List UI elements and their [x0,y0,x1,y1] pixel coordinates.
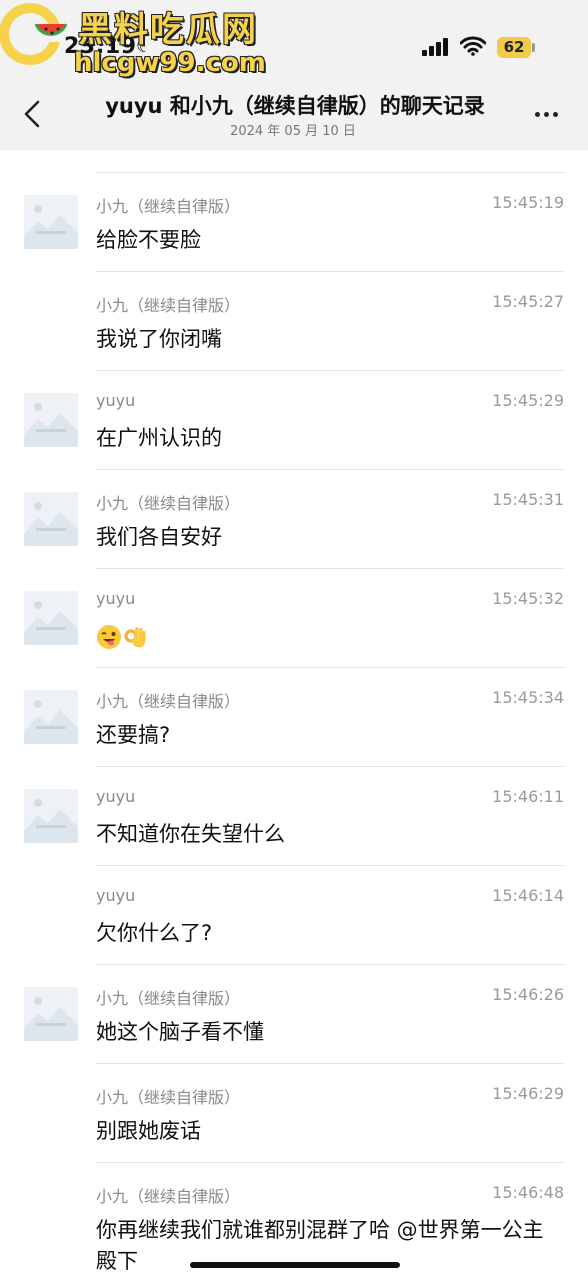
page-subtitle: 2024 年 05 月 10 日 [230,124,356,139]
wifi-icon [460,36,486,56]
avatar[interactable] [24,393,78,447]
watermark-url: hlcgw99.com [74,48,266,78]
message-row[interactable]: 小九（继续自律版） 15:45:19 给脸不要脸 [0,173,588,272]
message-time: 15:45:29 [492,391,564,410]
message-sender: 小九（继续自律版） [96,296,241,315]
message-time: 15:45:34 [492,688,564,707]
home-indicator[interactable] [190,1262,400,1268]
avatar[interactable] [24,492,78,546]
message-row[interactable]: 小九（继续自律版） 15:46:29 别跟她废话 [0,1064,588,1163]
message-text: 给脸不要脸 [96,228,201,252]
message-time: 15:46:48 [492,1183,564,1202]
more-dot-icon [553,112,558,117]
message-time: 15:45:19 [492,193,564,212]
message-row[interactable]: 小九（继续自律版） 15:45:31 我们各自安好 [0,470,588,569]
more-options-button[interactable] [530,100,564,130]
message-row[interactable]: yuyu 15:46:14 欠你什么了? [0,866,588,965]
message-time: 15:46:14 [492,886,564,905]
message-text: 在广州认识的 [96,426,222,450]
more-dot-icon [535,112,540,117]
message-text: 我们各自安好 [96,525,222,549]
message-row[interactable]: 小九（继续自律版） 15:45:27 我说了你闭嘴 [0,272,588,371]
avatar[interactable] [24,987,78,1041]
message-text: 我说了你闭嘴 [96,327,222,351]
avatar[interactable] [24,789,78,843]
message-text: 别跟她废话 [96,1119,201,1143]
message-sender: 小九（继续自律版） [96,197,241,216]
message-text [96,621,556,652]
message-sender: 小九（继续自律版） [96,989,241,1008]
avatar[interactable] [24,195,78,249]
message-sender: yuyu [96,391,136,410]
chevron-left-icon [24,100,40,128]
watermark-logo-icon [0,3,70,65]
avatar[interactable] [24,591,78,645]
message-row[interactable]: yuyu 15:45:29 在广州认识的 [0,371,588,470]
message-sender: 小九（继续自律版） [96,692,241,711]
battery-tip [532,43,535,52]
message-time: 15:46:11 [492,787,564,806]
message-time: 15:45:27 [492,292,564,311]
message-time: 15:45:31 [492,490,564,509]
message-row[interactable]: 小九（继续自律版） 15:45:34 还要搞? [0,668,588,767]
message-row[interactable]: yuyu 15:46:11 不知道你在失望什么 [0,767,588,866]
cellular-signal-icon [422,38,452,56]
message-sender: 小九（继续自律版） [96,1187,241,1206]
message-row[interactable]: 小九（继续自律版） 15:46:48 你再继续我们就谁都别混群了哈 @世界第一公主殿… [0,1163,588,1273]
message-sender: yuyu [96,589,136,608]
battery-level: 62 [497,37,531,58]
avatar[interactable] [24,690,78,744]
back-button[interactable] [14,94,50,134]
message-sender: yuyu [96,886,136,905]
more-dot-icon [544,112,549,117]
watermark-title: 黑料吃瓜网 [78,10,258,50]
message-sender: 小九（继续自律版） [96,1088,241,1107]
message-time: 15:46:26 [492,985,564,1004]
message-sender: yuyu [96,787,136,806]
message-text: 还要搞? [96,723,171,747]
ok-hand-emoji-icon [122,621,148,652]
message-time: 15:45:32 [492,589,564,608]
message-sender: 小九（继续自律版） [96,494,241,513]
page-title: yuyu 和小九（继续自律版）的聊天记录 [105,94,485,118]
message-text: 不知道你在失望什么 [96,822,285,846]
message-row[interactable]: 小九（继续自律版） 15:46:26 她这个脑子看不懂 [0,965,588,1064]
message-text: 欠你什么了? [96,921,213,945]
message-row[interactable]: yuyu 15:45:32 [0,569,588,668]
message-time: 15:46:29 [492,1084,564,1103]
wink-tongue-emoji-icon [96,621,122,652]
message-text: 她这个脑子看不懂 [96,1020,264,1044]
